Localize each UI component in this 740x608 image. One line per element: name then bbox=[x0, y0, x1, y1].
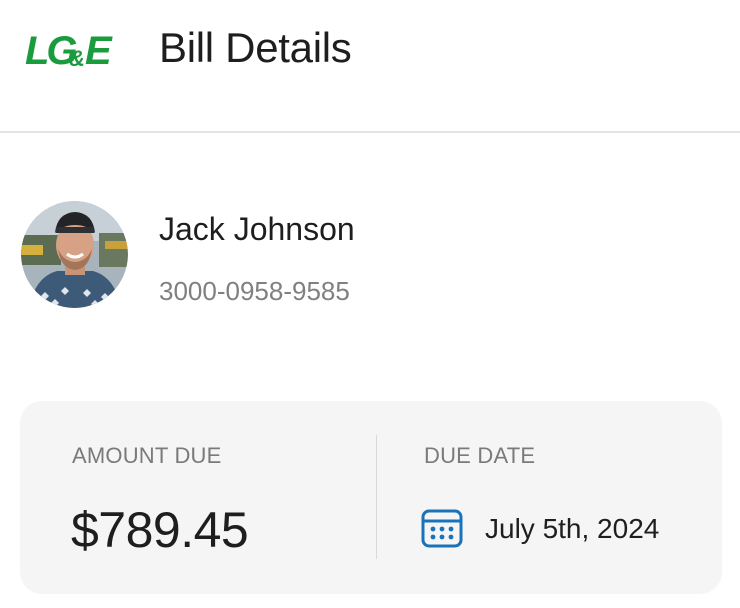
bill-summary-card: AMOUNT DUE $789.45 DUE DATE July 5th, 20… bbox=[20, 401, 722, 594]
svg-text:E: E bbox=[85, 29, 113, 70]
svg-text:&: & bbox=[69, 46, 85, 70]
header: LG & E Bill Details bbox=[0, 0, 740, 133]
amount-due-label: AMOUNT DUE bbox=[72, 443, 222, 468]
avatar[interactable] bbox=[21, 201, 128, 308]
page-title: Bill Details bbox=[159, 24, 352, 71]
account-number: 3000-0958-9585 bbox=[159, 276, 350, 306]
card-divider bbox=[376, 435, 377, 559]
user-name: Jack Johnson bbox=[159, 211, 355, 247]
profile-section: Jack Johnson 3000-0958-9585 bbox=[0, 133, 740, 401]
amount-due-value: $789.45 bbox=[71, 502, 249, 558]
due-date-value: July 5th, 2024 bbox=[485, 513, 660, 544]
lge-logo: LG & E bbox=[25, 29, 113, 70]
calendar-icon bbox=[421, 509, 463, 548]
due-date-label: DUE DATE bbox=[424, 443, 536, 468]
